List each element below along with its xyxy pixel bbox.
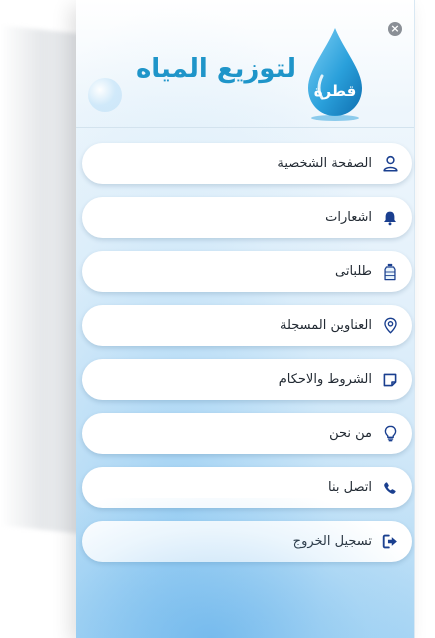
logo-text: لتوزيع المياه [135, 54, 296, 84]
water-drop-logo-icon: قطرة [308, 28, 362, 121]
menu-item-label: الشروط والاحكام [278, 372, 372, 387]
menu-item-label: تسجيل الخروج [292, 534, 372, 549]
menu-item-label: الصفحة الشخصية [277, 156, 372, 171]
app-logo: قطرة لتوزيع المياه [126, 26, 366, 126]
header-divider [76, 127, 414, 128]
menu-item-logout[interactable]: تسجيل الخروج [82, 521, 412, 562]
lightbulb-icon [380, 424, 400, 444]
side-drawer: × قطرة لتوزيع المياه الصفحة الشخصية اشعا… [76, 0, 415, 638]
menu-item-profile[interactable]: الصفحة الشخصية [82, 143, 412, 184]
menu-item-notifications[interactable]: اشعارات [82, 197, 412, 238]
close-button[interactable]: × [388, 22, 402, 36]
menu-item-label: اشعارات [325, 210, 372, 225]
phone-icon [380, 478, 400, 498]
menu-item-label: اتصل بنا [328, 480, 372, 495]
water-bottle-icon [380, 262, 400, 282]
menu-item-addresses[interactable]: العناوين المسجلة [82, 305, 412, 346]
menu-item-label: طلباتى [335, 264, 372, 279]
sign-out-icon [380, 532, 400, 552]
menu-item-terms[interactable]: الشروط والاحكام [82, 359, 412, 400]
menu-item-label: من نحن [329, 426, 372, 441]
note-icon [380, 370, 400, 390]
menu-item-contact[interactable]: اتصل بنا [82, 467, 412, 508]
bell-icon [380, 208, 400, 228]
water-bubble-decoration [88, 78, 122, 112]
menu-item-about[interactable]: من نحن [82, 413, 412, 454]
user-icon [380, 154, 400, 174]
drawer-menu: الصفحة الشخصية اشعارات طلباتى العناوين ا… [82, 143, 412, 575]
logo-mark-text: قطرة [314, 82, 357, 100]
menu-item-orders[interactable]: طلباتى [82, 251, 412, 292]
map-pin-icon [380, 316, 400, 336]
menu-item-label: العناوين المسجلة [279, 318, 372, 333]
app-screen: × قطرة لتوزيع المياه الصفحة الشخصية اشعا… [0, 0, 435, 638]
